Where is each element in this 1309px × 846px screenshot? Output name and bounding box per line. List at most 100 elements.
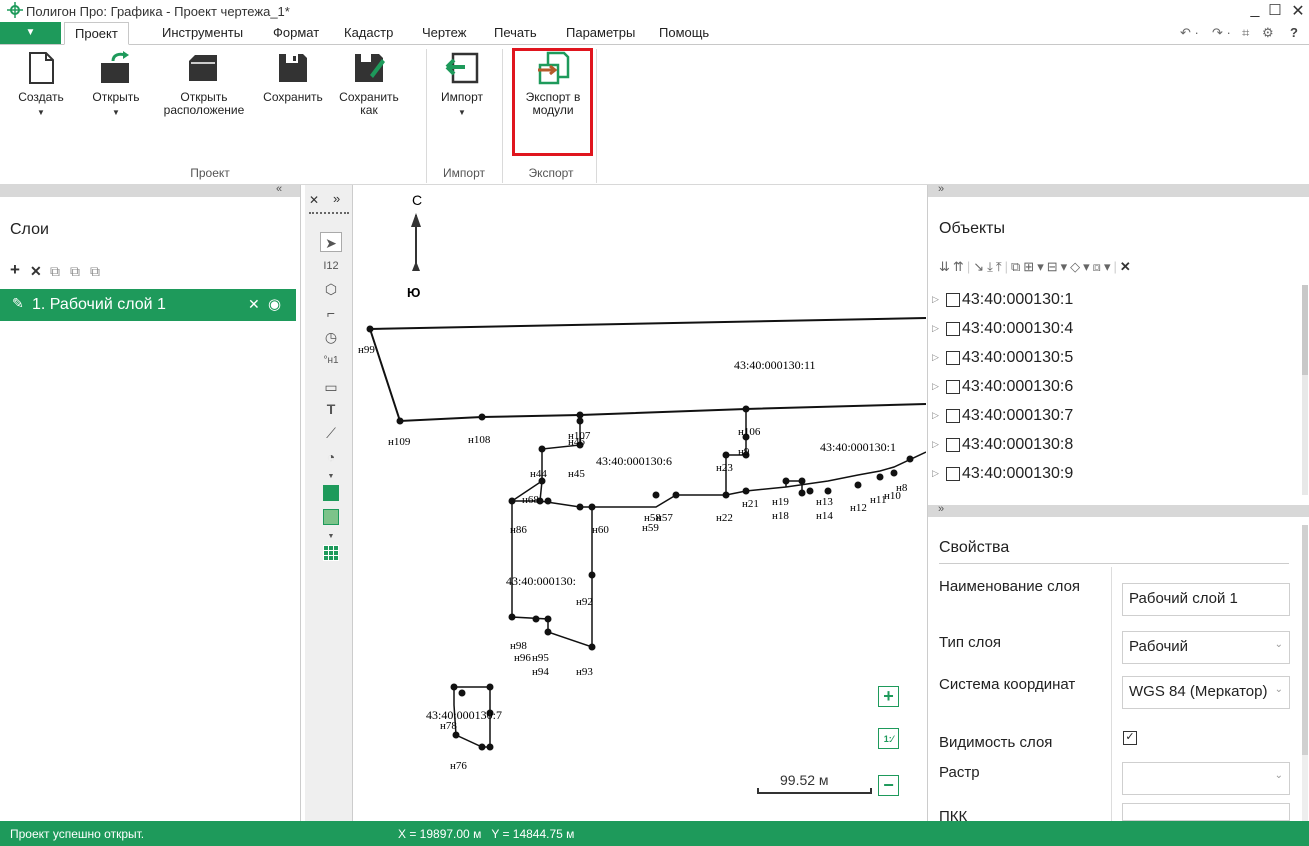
app-menu-button[interactable]: ▼ <box>0 22 61 44</box>
expand-arrow-icon[interactable]: ▷ <box>932 323 946 334</box>
shape-icon[interactable]: ◇▾ <box>1070 259 1093 274</box>
tab-print[interactable]: Печать <box>484 22 547 45</box>
tab-drawing[interactable]: Чертеж <box>412 22 476 45</box>
visibility-eye-icon[interactable]: ◉ <box>268 295 281 313</box>
close-toolstrip-icon[interactable]: ✕ <box>309 193 319 207</box>
rectangle-tool-icon[interactable]: ▭ <box>320 377 342 397</box>
save-button[interactable]: Сохранить <box>257 47 329 167</box>
checkbox[interactable] <box>946 321 960 336</box>
parcel-boundary[interactable] <box>369 328 926 423</box>
create-button[interactable]: Создать ▼ <box>18 47 64 167</box>
collapse-right-icon[interactable]: » <box>938 183 944 195</box>
fit-view-icon[interactable]: ⌗ <box>1242 25 1249 41</box>
save-as-button[interactable]: Сохранить как <box>332 47 406 167</box>
open-button[interactable]: Открыть ▼ <box>86 47 146 167</box>
grid-icon[interactable] <box>323 545 339 561</box>
checkbox[interactable] <box>946 408 960 423</box>
checkbox[interactable] <box>946 350 960 365</box>
checkbox[interactable] <box>946 379 960 394</box>
sort-desc-icon[interactable]: ⇊ <box>939 259 953 274</box>
close-icon[interactable]: ✕ <box>1288 1 1308 21</box>
undo-icon[interactable]: ↶ · <box>1180 25 1199 41</box>
split-layer-icon[interactable]: ⧉ <box>90 263 100 280</box>
visibility-checkbox[interactable]: ✓ <box>1123 731 1137 745</box>
objects-scrollbar[interactable] <box>1302 285 1308 495</box>
tab-parameters[interactable]: Параметры <box>556 22 645 45</box>
filter-icon[interactable]: ⊞▾ <box>1023 259 1046 274</box>
parcel-boundary[interactable] <box>369 317 926 330</box>
polygon-tool-icon[interactable]: ⬡ <box>320 279 342 299</box>
merge-layer-icon[interactable]: ⧉ <box>70 263 80 280</box>
expand-toolstrip-icon[interactable]: » <box>333 191 340 206</box>
transform-icon[interactable]: ◔ <box>320 447 342 467</box>
layer-name-field[interactable]: Рабочий слой 1 <box>1122 583 1290 616</box>
select-all-icon[interactable]: ⤓ <box>987 259 996 274</box>
import-button[interactable]: Импорт ▼ <box>432 47 492 167</box>
object-item[interactable]: ▷ 43:40:000130:8 <box>932 436 1073 462</box>
select-icon[interactable]: ↘ <box>973 259 987 274</box>
pkk-field[interactable] <box>1122 803 1290 821</box>
layer-type-select[interactable]: Рабочий ⌄ <box>1122 631 1290 664</box>
map-drawing[interactable]: С Ю 43:40:000130:11 43:40:000130:6 43:40… <box>354 185 926 821</box>
fill-layer-icon[interactable] <box>323 485 339 501</box>
object-item[interactable]: ▷ 43:40:000130:6 <box>932 378 1073 404</box>
properties-scrollbar[interactable] <box>1302 525 1308 821</box>
tab-help[interactable]: Помощь <box>649 22 719 45</box>
add-layer-icon[interactable]: + <box>10 260 20 280</box>
zoom-in-button[interactable]: + <box>878 686 899 707</box>
raster-select[interactable]: ⌄ <box>1122 762 1290 795</box>
help-icon[interactable]: ? <box>1290 25 1298 40</box>
scrollbar-thumb[interactable] <box>1302 525 1308 755</box>
filter2-icon[interactable]: ⊟▾ <box>1047 259 1070 274</box>
tab-format[interactable]: Формат <box>263 22 329 45</box>
expand-arrow-icon[interactable]: ▷ <box>932 352 946 363</box>
delete-object-icon[interactable]: ✕ <box>1120 259 1134 274</box>
group-icon[interactable]: ⧉ <box>1011 259 1023 274</box>
object-item[interactable]: ▷ 43:40:000130:1 <box>932 291 1073 317</box>
tab-tools[interactable]: Инструменты <box>152 22 253 45</box>
scale-ratio-button[interactable]: 1:⁄ <box>878 728 899 749</box>
expand-arrow-icon[interactable]: ▷ <box>932 468 946 479</box>
edit-icon[interactable]: ⧈▾ <box>1093 259 1114 274</box>
select-arrow-icon[interactable]: ➤ <box>320 232 342 252</box>
open-location-button[interactable]: Открыть расположение <box>158 47 250 167</box>
collapse-left-icon[interactable]: « <box>276 183 282 195</box>
tab-project[interactable]: Проект <box>64 22 129 45</box>
object-item[interactable]: ▷ 43:40:000130:9 <box>932 465 1073 491</box>
edit-node-icon[interactable]: ⟋ <box>320 423 342 443</box>
text-tool-icon[interactable]: T <box>320 399 342 419</box>
numbering-icon[interactable]: I12 <box>320 256 342 276</box>
polyline-tool-icon[interactable]: ⌐ <box>320 303 342 323</box>
measure-tool-icon[interactable]: ◷ <box>320 327 342 347</box>
copy-layer-icon[interactable]: ⧉ <box>50 263 60 280</box>
expand-arrow-icon[interactable]: ▷ <box>932 410 946 421</box>
layer-item[interactable]: ✎ 1. Рабочий слой 1 ✕ ◉ <box>0 289 296 321</box>
delete-layer-icon[interactable]: ✕ <box>30 263 42 280</box>
expand-arrow-icon[interactable]: ▷ <box>932 294 946 305</box>
collapse-props-icon[interactable]: » <box>938 503 944 515</box>
hatch-layer-icon[interactable] <box>323 509 339 525</box>
scrollbar-thumb[interactable] <box>1302 285 1308 375</box>
sort-asc-icon[interactable]: ⇈ <box>953 259 967 274</box>
expand-arrow-icon[interactable]: ▷ <box>932 381 946 392</box>
prop-raster-label: Растр <box>939 764 980 781</box>
map-canvas[interactable]: С Ю 43:40:000130:11 43:40:000130:6 43:40… <box>354 185 926 821</box>
minimize-icon[interactable]: _ <box>1245 1 1265 19</box>
checkbox[interactable] <box>946 292 960 307</box>
deselect-icon[interactable]: ⤒ <box>996 259 1005 274</box>
point-tool-icon[interactable]: °н1 <box>320 351 342 371</box>
maximize-icon[interactable]: ☐ <box>1265 1 1285 19</box>
coord-system-select[interactable]: WGS 84 (Меркатор) ⌄ <box>1122 676 1290 709</box>
checkbox[interactable] <box>946 437 960 452</box>
tab-cadastre[interactable]: Кадастр <box>334 22 403 45</box>
checkbox[interactable] <box>946 466 960 481</box>
zoom-out-button[interactable]: − <box>878 775 899 796</box>
expand-arrow-icon[interactable]: ▷ <box>932 439 946 450</box>
redo-icon[interactable]: ↷ · <box>1212 25 1231 41</box>
object-item[interactable]: ▷ 43:40:000130:4 <box>932 320 1073 346</box>
object-item[interactable]: ▷ 43:40:000130:5 <box>932 349 1073 375</box>
remove-layer-icon[interactable]: ✕ <box>248 296 260 313</box>
point-label: н109 <box>388 436 411 448</box>
object-item[interactable]: ▷ 43:40:000130:7 <box>932 407 1073 433</box>
settings-icon[interactable]: ⚙ <box>1262 25 1274 41</box>
